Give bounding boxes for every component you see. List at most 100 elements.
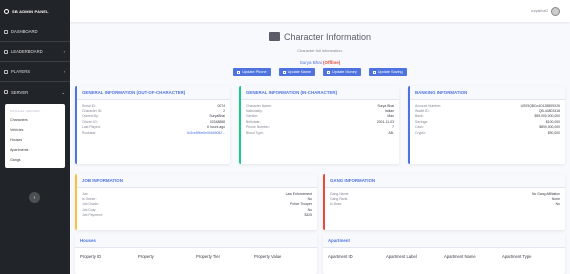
banking-info-card: BANKING INFORMATION Account Number: US09Q… (408, 86, 565, 164)
card-title: Houses (75, 234, 317, 248)
kv-value: No (307, 196, 312, 201)
kv-value: $325 (304, 213, 312, 218)
card-title: GENERAL INFORMATION (IN-CHARACTER) (241, 86, 399, 100)
update-money-button[interactable]: Update Money (323, 68, 361, 76)
sidebar-item-dashboard[interactable]: DASHBOARD (0, 22, 70, 42)
apartment-table-header: Apartment ID Apartment Label Apartment N… (323, 248, 565, 259)
id-card-icon (268, 32, 280, 41)
kv-value: $90,000 (547, 130, 560, 135)
sidebar-item-label: SERVER (11, 89, 29, 95)
dashboard-icon (4, 29, 8, 34)
page-subtitle: Character full information. (297, 48, 343, 53)
kv-label: Savings: (415, 119, 429, 124)
kv-label: Cash: (415, 125, 424, 130)
houses-card: Houses Property ID Property Property Tie… (75, 234, 317, 274)
kv-label: Birthdate: (246, 119, 261, 124)
button-label: Update Name (287, 70, 312, 74)
kv-label: Wallet ID: (415, 108, 430, 113)
column-header[interactable]: Property Tier (196, 254, 254, 259)
kv-label: Serial ID: (82, 103, 96, 108)
apartment-card: Apartment Apartment ID Apartment Label A… (323, 234, 565, 274)
button-label: Update Money (332, 70, 357, 74)
chevron-right-icon: › (63, 69, 65, 74)
column-header[interactable]: Apartment Name (444, 254, 502, 259)
column-header[interactable]: Apartment Label (386, 254, 444, 259)
kv-label: Account Number: (415, 103, 442, 108)
kv-label: Is Owner: (82, 196, 97, 201)
brand-title: SB ADMIN PANEL (12, 8, 49, 14)
kv-label: Owned By: (82, 114, 99, 119)
job-rows: Job: Law Enforcement Is Owner: No Job Grad… (77, 188, 317, 218)
kv-value: AB- (388, 130, 394, 135)
sidebar-item-label: DASHBOARD (11, 29, 38, 34)
main-content: Character Information Character full inf… (70, 22, 570, 274)
kv-value: Man (387, 114, 394, 119)
trophy-icon (4, 49, 8, 54)
status-badge: (Offline) (323, 60, 341, 65)
card-title: JOB INFORMATION (77, 174, 317, 188)
sidebar-item-label: PLAYERS (11, 69, 31, 74)
column-header[interactable]: Apartment ID (328, 254, 386, 259)
chevron-right-icon: › (63, 49, 65, 54)
kv-value: Surya Bhai (377, 103, 394, 108)
kv-value: Indian (384, 108, 394, 113)
column-header[interactable]: Property Value (254, 254, 312, 259)
user-name: suryabhai2 (530, 9, 548, 13)
card-title: GENERAL INFORMATION (OUT-OF-CHARACTER) (77, 86, 230, 100)
brand[interactable]: SB ADMIN PANEL (0, 0, 70, 22)
character-name-line: Surya Bhai (Offline) (70, 60, 570, 65)
brand-logo-icon (4, 8, 9, 14)
update-name-button[interactable]: Update Name (278, 68, 316, 76)
column-header[interactable]: Apartment Type (502, 254, 560, 259)
kv-label: Crypto: (415, 130, 426, 135)
kv-label: Gang Name: (330, 191, 350, 196)
kv-value: No (307, 207, 312, 212)
avatar[interactable] (551, 6, 560, 16)
card-title: Apartment (323, 234, 565, 248)
page-title-text: Character Information (283, 31, 372, 42)
submenu-item-characters[interactable]: Characters (5, 115, 65, 125)
update-phone-button[interactable]: Update Phone (233, 68, 271, 76)
sidebar-item-players[interactable]: PLAYERS › (0, 62, 70, 82)
kv-label: Phone Number: (246, 125, 270, 130)
server-submenu: MANAGE SERVER Characters Vehicles Houses… (5, 104, 65, 168)
kv-label: Last Played: (82, 125, 101, 130)
sidebar-toggle-button[interactable]: ‹ (29, 192, 40, 203)
kv-value: 6 hours ago (207, 125, 225, 130)
money-icon (327, 70, 331, 74)
kv-label: Bank: (415, 114, 424, 119)
user-menu[interactable]: suryabhai2 (530, 6, 570, 16)
kv-label: Job: (82, 191, 89, 196)
kv-value: QB-44803318 (538, 108, 560, 113)
submenu-item-vehicles[interactable]: Vehicles (5, 125, 65, 135)
rockstar-link[interactable]: 0c3ce89be6e0b6b5082... (187, 131, 225, 135)
gang-info-card: GANG INFORMATION Gang Name: No Gang Affil… (323, 174, 565, 230)
chevron-down-icon: ⌄ (61, 89, 65, 95)
submenu-item-apartments[interactable]: Apartments (5, 145, 65, 155)
sidebar-item-server[interactable]: SERVER ⌄ (0, 82, 70, 102)
update-saving-button[interactable]: Update Saving (368, 68, 407, 76)
card-title: GANG INFORMATION (325, 174, 565, 188)
kv-label: Character ID: (82, 108, 103, 113)
submenu-item-gangs[interactable]: Gangs (5, 155, 65, 165)
sidebar-item-leaderboard[interactable]: LEADERBOARD › (0, 42, 70, 62)
gang-rows: Gang Name: No Gang Affiliation Gang Rank:… (325, 188, 565, 207)
users-icon (4, 69, 8, 74)
houses-table-header: Property ID Property Property Tier Prope… (75, 248, 317, 259)
column-header[interactable]: Property (138, 254, 196, 259)
action-buttons: Update Phone Update Name Update Money Up… (70, 68, 570, 76)
kv-value: $99,000,000,000 (534, 114, 560, 119)
ooc-info-card: GENERAL INFORMATION (OUT-OF-CHARACTER) S… (75, 86, 230, 164)
submenu-item-houses[interactable]: Houses (5, 135, 65, 145)
kv-value: No (555, 202, 560, 207)
kv-value: Police Trooper (290, 202, 312, 207)
kv-label: Character Name: (246, 103, 272, 108)
column-header[interactable]: Property ID (80, 254, 138, 259)
button-label: Update Saving (377, 70, 403, 74)
kv-label: Job Grade: (82, 202, 99, 207)
kv-value: SuryaBhai (209, 114, 225, 119)
kv-label: Nationality: (246, 108, 263, 113)
page-title: Character Information (268, 31, 372, 42)
ic-rows: Character Name: Surya Bhai Nationality: In… (241, 100, 399, 135)
banking-rows: Account Number: US09QBCo4D128859X26 Walle… (410, 100, 565, 135)
